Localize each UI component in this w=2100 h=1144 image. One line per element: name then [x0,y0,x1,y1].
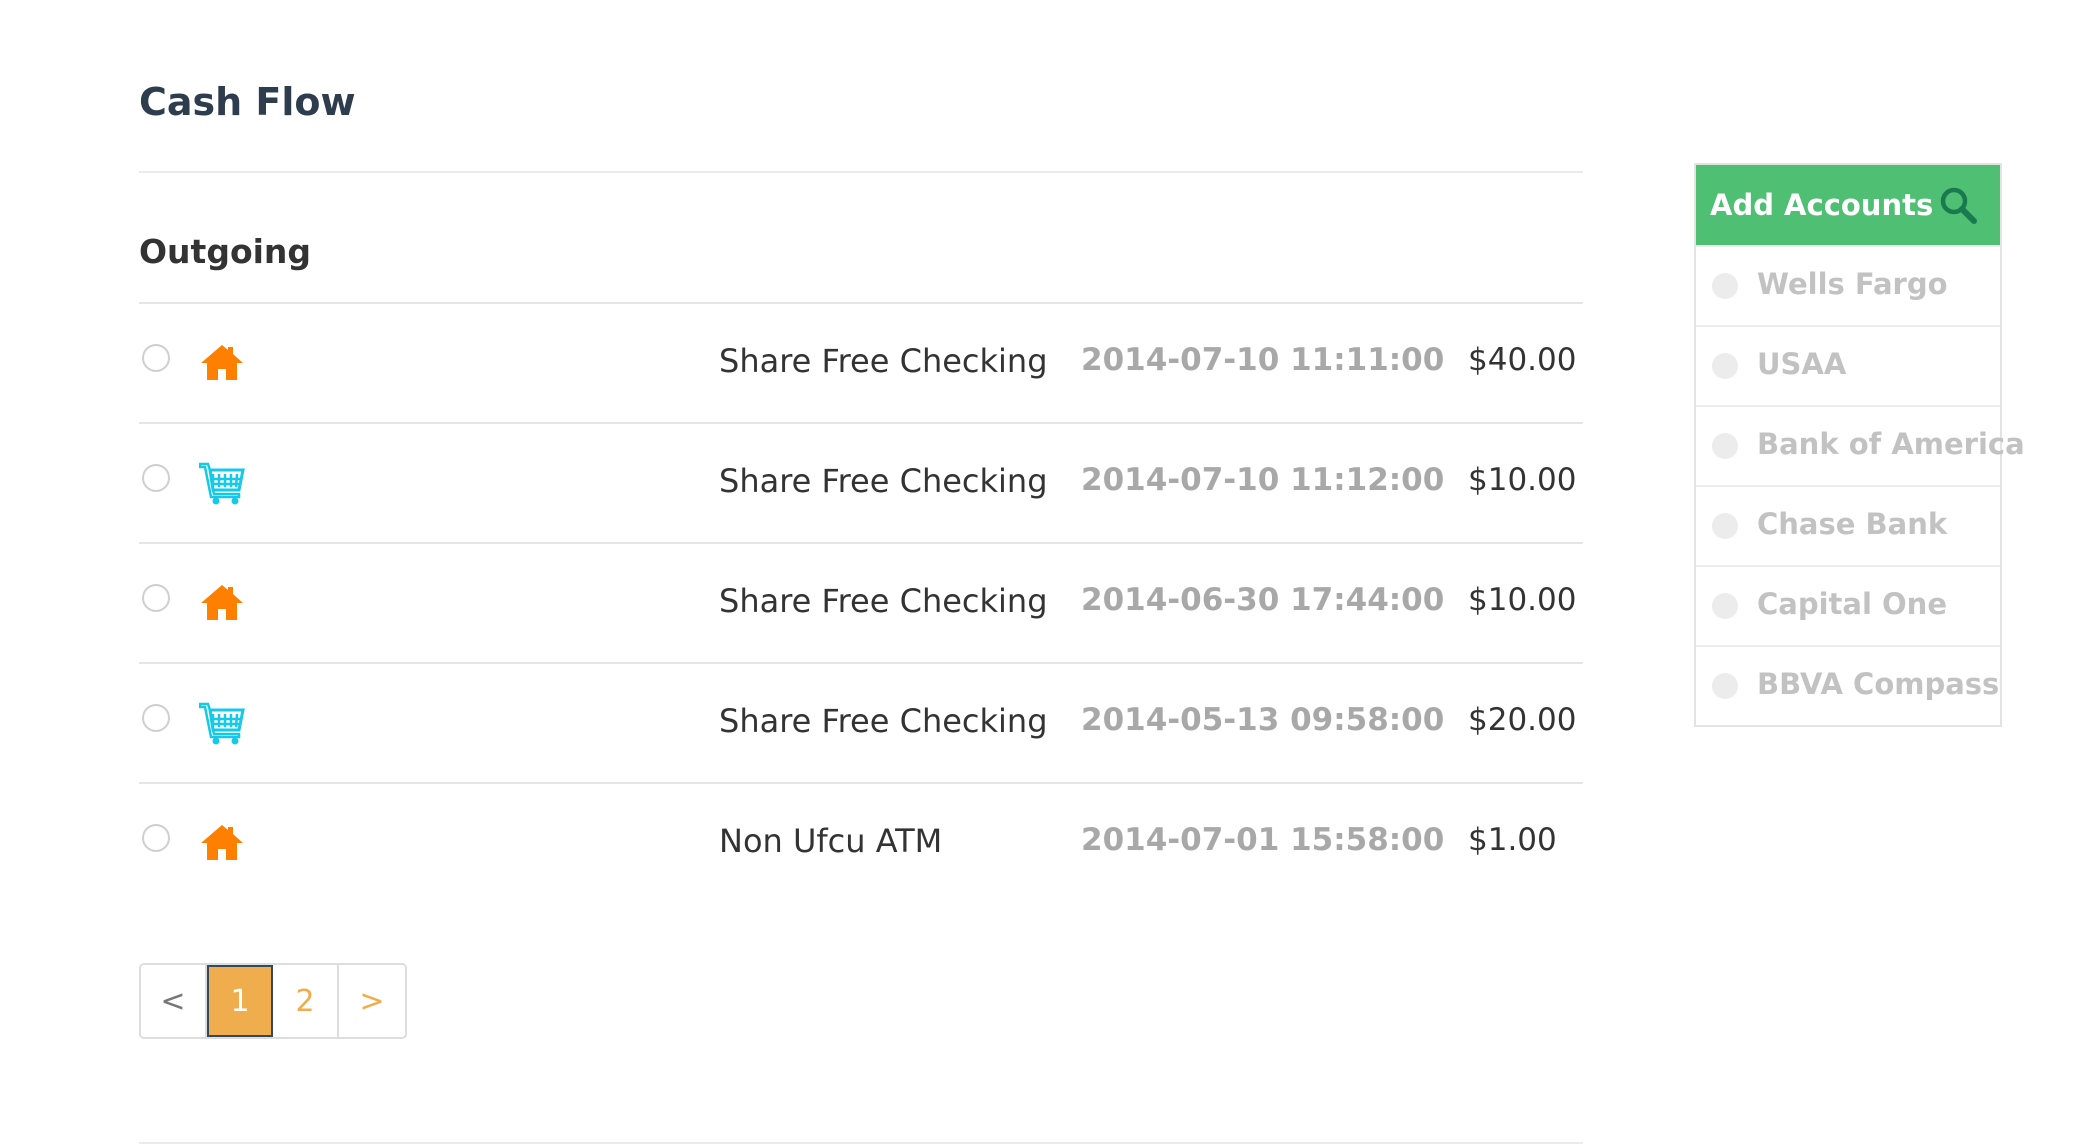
bank-label: Capital One [1757,587,1947,621]
transaction-row[interactable]: Share Free Checking 2014-06-30 17:44:00 … [139,542,1583,662]
transaction-account: Share Free Checking [719,702,1048,740]
home-icon [199,340,245,386]
transaction-date: 2014-07-10 11:11:00 [1081,342,1445,378]
pagination-page-1[interactable]: 1 [207,965,273,1037]
transaction-account: Share Free Checking [719,582,1048,620]
transaction-list: Share Free Checking 2014-07-10 11:11:00 … [139,302,1583,902]
search-icon[interactable] [1938,185,1978,225]
transaction-amount: $10.00 [1468,582,1577,618]
transaction-account: Share Free Checking [719,342,1048,380]
transaction-radio[interactable] [142,464,170,492]
transaction-date: 2014-07-10 11:12:00 [1081,462,1445,498]
bank-option[interactable]: Wells Fargo [1696,245,2000,325]
bank-option[interactable]: BBVA Compass [1696,645,2000,725]
bank-radio[interactable] [1712,673,1738,699]
transaction-amount: $20.00 [1468,702,1577,738]
transaction-account: Non Ufcu ATM [719,822,943,860]
pagination-prev-button[interactable]: < [141,965,207,1037]
transaction-date: 2014-05-13 09:58:00 [1081,702,1445,738]
transaction-row[interactable]: Share Free Checking 2014-07-10 11:11:00 … [139,302,1583,422]
home-icon [199,580,245,626]
bank-radio[interactable] [1712,353,1738,379]
transaction-amount: $40.00 [1468,342,1577,378]
transaction-date: 2014-07-01 15:58:00 [1081,822,1445,858]
transaction-row[interactable]: Share Free Checking 2014-07-10 11:12:00 … [139,422,1583,542]
bank-option[interactable]: Bank of America [1696,405,2025,485]
transaction-date: 2014-06-30 17:44:00 [1081,582,1445,618]
add-accounts-panel: Add Accounts Wells Fargo USAA Bank of Am… [1694,163,2025,727]
pagination: < 1 2 > [139,963,407,1039]
bank-label: BBVA Compass [1757,667,2000,701]
bank-radio[interactable] [1712,273,1738,299]
cash-flow-page: Cash Flow Outgoing Share Free Checking 2… [0,0,2100,1144]
pagination-next-button[interactable]: > [339,965,405,1037]
transaction-amount: $1.00 [1468,822,1557,858]
transaction-radio[interactable] [142,704,170,732]
bank-radio[interactable] [1712,433,1738,459]
transaction-radio[interactable] [142,584,170,612]
pagination-page-2[interactable]: 2 [273,965,339,1037]
transaction-account: Share Free Checking [719,462,1048,500]
section-title: Outgoing [139,232,312,271]
transaction-row[interactable]: Non Ufcu ATM 2014-07-01 15:58:00 $1.00 [139,782,1583,902]
add-accounts-title: Add Accounts [1710,188,1934,222]
home-icon [199,820,245,866]
bank-radio[interactable] [1712,513,1738,539]
shopping-cart-icon [199,460,245,506]
divider [139,171,1583,173]
shopping-cart-icon [199,700,245,746]
bank-label: USAA [1757,347,1847,381]
bank-label: Chase Bank [1757,507,1948,541]
add-accounts-header: Add Accounts [1696,165,2000,245]
transaction-radio[interactable] [142,824,170,852]
bank-option[interactable]: Capital One [1696,565,2000,645]
bank-label: Bank of America [1757,427,2025,461]
bank-option[interactable]: USAA [1696,325,2000,405]
bank-radio[interactable] [1712,593,1738,619]
page-title: Cash Flow [139,80,356,124]
transaction-amount: $10.00 [1468,462,1577,498]
bank-label: Wells Fargo [1757,267,1948,301]
bank-option[interactable]: Chase Bank [1696,485,2000,565]
transaction-row[interactable]: Share Free Checking 2014-05-13 09:58:00 … [139,662,1583,782]
transaction-radio[interactable] [142,344,170,372]
